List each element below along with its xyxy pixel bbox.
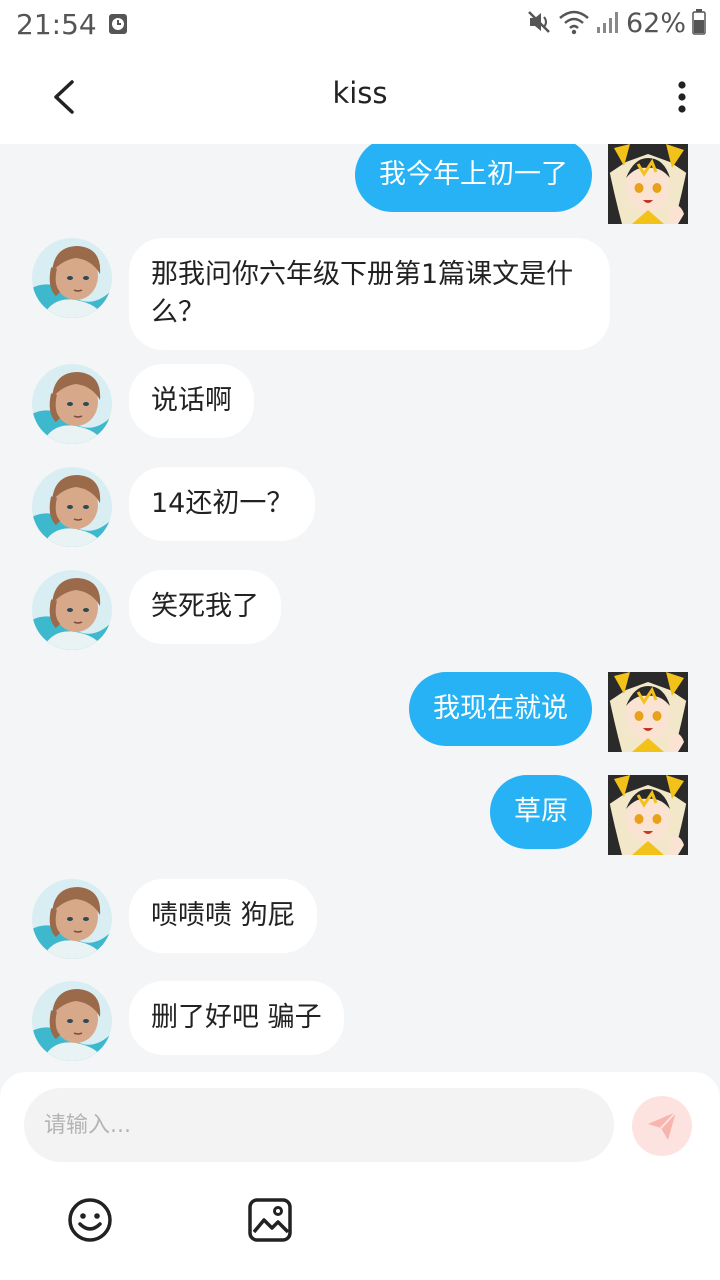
my-avatar[interactable] <box>608 672 688 752</box>
contact-avatar[interactable] <box>32 981 112 1061</box>
contact-avatar[interactable] <box>32 467 112 547</box>
contact-avatar[interactable] <box>32 238 112 318</box>
chat-header: kiss <box>0 50 720 144</box>
chat-title: kiss <box>332 76 388 110</box>
send-icon <box>648 1111 677 1140</box>
incoming-message-bubble[interactable]: 啧啧啧 狗屁 <box>129 879 317 953</box>
incoming-message-bubble[interactable]: 说话啊 <box>129 364 254 438</box>
emoji-icon <box>68 1198 112 1242</box>
mute-icon <box>526 9 552 39</box>
signal-icon <box>596 10 620 38</box>
status-time: 21:54 <box>16 8 97 41</box>
battery-icon <box>692 8 706 39</box>
battery-percentage: 62% <box>625 8 686 39</box>
message-input[interactable] <box>24 1088 614 1162</box>
incoming-message-bubble[interactable]: 14还初一？ <box>129 467 316 541</box>
image-button[interactable] <box>246 1196 294 1244</box>
contact-avatar[interactable] <box>32 879 112 959</box>
outgoing-message-bubble[interactable]: 我今年上初一了 <box>355 144 592 212</box>
alarm-clock-icon <box>108 12 128 40</box>
incoming-message-bubble[interactable]: 删了好吧 骗子 <box>129 981 344 1055</box>
emoji-button[interactable] <box>66 1196 114 1244</box>
contact-avatar[interactable] <box>32 570 112 650</box>
message-composer <box>0 1072 720 1280</box>
contact-avatar[interactable] <box>32 364 112 444</box>
more-options-button[interactable] <box>672 76 692 122</box>
send-button[interactable] <box>632 1096 692 1156</box>
my-avatar[interactable] <box>608 775 688 855</box>
message-list[interactable]: 我今年上初一了 那我问你六年级下册第1篇课文是什么？ 说话啊 14还初一？ 笑死… <box>0 144 720 1074</box>
status-bar: 21:54 62% <box>0 0 720 50</box>
wifi-icon <box>558 9 590 39</box>
image-icon <box>248 1198 292 1242</box>
outgoing-message-bubble[interactable]: 我现在就说 <box>409 672 592 746</box>
incoming-message-bubble[interactable]: 笑死我了 <box>129 570 281 644</box>
outgoing-message-bubble[interactable]: 草原 <box>490 775 592 849</box>
incoming-message-bubble[interactable]: 那我问你六年级下册第1篇课文是什么？ <box>129 238 610 350</box>
my-avatar[interactable] <box>608 144 688 224</box>
more-vertical-icon <box>678 81 686 113</box>
